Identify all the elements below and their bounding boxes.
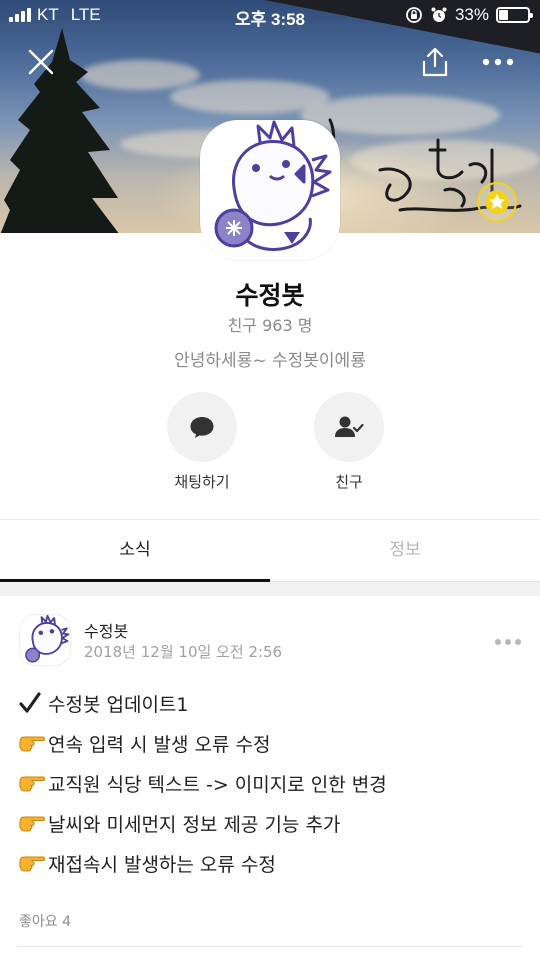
close-button[interactable] (19, 40, 63, 84)
chat-bubble-icon (190, 417, 214, 438)
rotation-lock-icon (406, 7, 422, 23)
chat-button-label: 채팅하기 (174, 473, 230, 491)
like-count[interactable]: 좋아요 4 (19, 911, 71, 931)
tab-news[interactable]: 소식 (0, 520, 270, 582)
more-options-button[interactable] (476, 40, 520, 84)
post-more-button[interactable] (490, 630, 526, 654)
pointing-hand-icon (18, 813, 48, 833)
person-check-icon (335, 416, 364, 437)
tab-bar: 소식 정보 (0, 519, 540, 582)
bot-character-avatar (214, 120, 332, 251)
post-line-text: 연속 입력 시 발생 오류 수정 (48, 733, 271, 756)
alarm-icon (431, 7, 447, 22)
friend-button-circle[interactable] (314, 392, 384, 462)
pointing-hand-icon (18, 853, 48, 873)
post-line: 교직원 식당 텍스트 -> 이미지로 인한 변경 (18, 763, 528, 803)
post-line: 수정봇 업데이트1 (18, 683, 528, 723)
friend-count: 친구 963 명 (227, 316, 313, 335)
post-line-text: 재접속시 발생하는 오류 수정 (48, 853, 276, 876)
status-bar: KT LTE 오후 3:58 33% (0, 0, 540, 30)
dot-icon (505, 639, 511, 645)
dot-icon (495, 639, 501, 645)
chat-button-circle[interactable] (167, 392, 237, 462)
post-line: 재접속시 발생하는 오류 수정 (18, 843, 528, 883)
friend-button-label: 친구 (335, 473, 363, 491)
post-line: 연속 입력 시 발생 오류 수정 (18, 723, 528, 763)
battery-icon (496, 7, 533, 23)
post-line-text: 날씨와 미세먼지 정보 제공 기능 추가 (48, 813, 341, 836)
post-author-avatar[interactable] (19, 614, 71, 666)
post-line-text: 교직원 식당 텍스트 -> 이미지로 인한 변경 (48, 773, 387, 796)
bot-character-avatar-small (25, 615, 70, 663)
pointing-hand-icon (18, 733, 48, 753)
post-body: 수정봇 업데이트1 연속 입력 시 발생 오류 수정 교직원 식당 텍스트 ->… (18, 683, 528, 883)
divider (18, 946, 522, 947)
profile-name: 수정봇 (235, 281, 305, 310)
share-button[interactable] (413, 40, 457, 84)
star-icon (485, 190, 509, 214)
pointing-hand-icon (18, 773, 48, 793)
dot-icon (515, 639, 521, 645)
post-line: 날씨와 미세먼지 정보 제공 기능 추가 (18, 803, 528, 843)
more-horizontal-icon (482, 58, 514, 66)
favorite-badge[interactable] (477, 182, 517, 222)
friend-button[interactable]: 친구 (304, 392, 394, 492)
check-mark-icon (18, 691, 48, 715)
share-icon (422, 47, 448, 77)
chat-button[interactable]: 채팅하기 (157, 392, 247, 492)
profile-avatar[interactable] (200, 120, 340, 260)
close-icon (28, 49, 54, 75)
section-divider (0, 582, 540, 596)
status-message: 안녕하세룡~ 수정봇이에룡 (174, 351, 366, 371)
tab-info[interactable]: 정보 (270, 520, 540, 581)
post-timestamp: 2018년 12월 10일 오전 2:56 (84, 643, 283, 661)
post-author-name[interactable]: 수정봇 (84, 618, 128, 642)
battery-percent: 33% (454, 5, 489, 24)
post-line-text: 수정봇 업데이트1 (48, 693, 189, 716)
